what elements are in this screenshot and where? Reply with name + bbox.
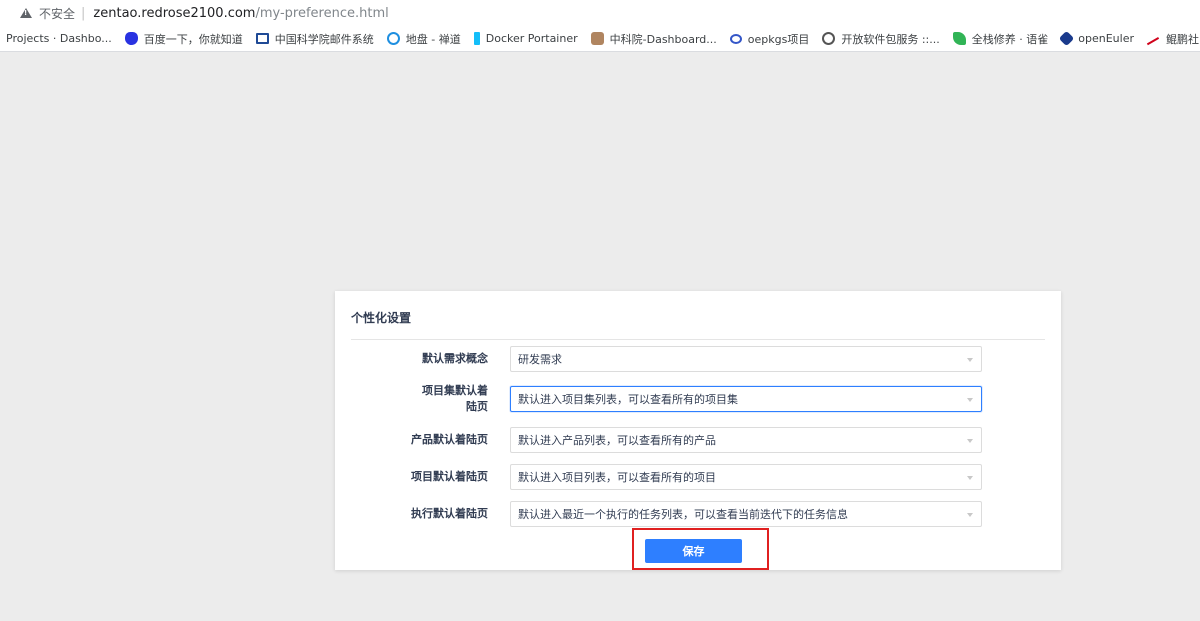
bookmark-label: 开放软件包服务 ::... [841, 32, 940, 46]
program-landing-select[interactable]: 默认进入项目集列表，可以查看所有的项目集 [510, 386, 982, 412]
field-row-execution-landing: 执行默认着陆页 默认进入最近一个执行的任务列表，可以查看当前迭代下的任务信息 [335, 500, 1061, 528]
separator: | [81, 5, 86, 21]
select-value: 默认进入项目集列表，可以查看所有的项目集 [518, 393, 738, 406]
bookmark-label: 鲲鹏社区 [1166, 32, 1200, 46]
bookmark-label: 全栈修养 · 语雀 [971, 32, 1049, 46]
warning-icon[interactable] [20, 8, 32, 18]
bookmarks-bar: Projects · Dashbo... 百度一下，你就知道 中国科学院邮件系统… [0, 26, 1200, 52]
field-label: 产品默认着陆页 [411, 433, 488, 446]
execution-landing-select[interactable]: 默认进入最近一个执行的任务列表，可以查看当前迭代下的任务信息 [510, 501, 982, 527]
bookmark-label: oepkgs项目 [747, 32, 810, 46]
insecure-label[interactable]: 不安全 [39, 5, 75, 22]
openeuler-icon [1058, 30, 1075, 47]
avatar-icon [590, 32, 604, 45]
address-bar[interactable]: 不安全 | zentao.redrose2100.com/my-preferen… [0, 0, 1200, 26]
bookmark-label: Projects · Dashbo... [6, 32, 112, 45]
url-host[interactable]: zentao.redrose2100.com [93, 6, 255, 21]
select-value: 默认进入产品列表，可以查看所有的产品 [518, 434, 716, 447]
select-value: 默认进入项目列表，可以查看所有的项目 [518, 471, 716, 484]
product-landing-select[interactable]: 默认进入产品列表，可以查看所有的产品 [510, 427, 982, 453]
divider [351, 339, 1045, 340]
chevron-down-icon [967, 358, 973, 362]
bookmark-oepkgs[interactable]: oepkgs项目 [723, 31, 816, 47]
field-label: 项目默认着陆页 [411, 470, 488, 483]
select-value: 默认进入最近一个执行的任务列表，可以查看当前迭代下的任务信息 [518, 508, 848, 521]
field-row-product-landing: 产品默认着陆页 默认进入产品列表，可以查看所有的产品 [335, 426, 1061, 454]
kunpeng-icon [1146, 36, 1161, 47]
portainer-icon [473, 32, 480, 45]
field-label: 执行默认着陆页 [411, 507, 488, 520]
field-label: 默认需求概念 [422, 352, 488, 365]
field-row-story-concept: 默认需求概念 研发需求 [335, 345, 1061, 373]
bookmark-cas-mail[interactable]: 中国科学院邮件系统 [249, 31, 380, 47]
bookmark-label: 百度一下，你就知道 [143, 32, 243, 46]
bookmark-label: 中科院-Dashboard... [609, 32, 717, 46]
chevron-down-icon [967, 439, 973, 443]
bookmark-zentao[interactable]: 地盘 - 禅道 [380, 31, 467, 47]
bookmark-label: 地盘 - 禅道 [405, 32, 461, 46]
preference-dialog: 个性化设置 默认需求概念 研发需求 项目集默认着陆页 默认进入项目集列表，可以查… [335, 291, 1061, 570]
story-concept-select[interactable]: 研发需求 [510, 346, 982, 372]
zentao-icon [386, 32, 400, 45]
field-row-program-landing: 项目集默认着陆页 默认进入项目集列表，可以查看所有的项目集 [335, 383, 1061, 415]
save-button[interactable]: 保存 [645, 539, 742, 563]
globe-icon [822, 32, 836, 45]
bookmark-projects-dashboard[interactable]: Projects · Dashbo... [0, 32, 118, 45]
bookmark-label: openEuler [1078, 32, 1134, 45]
yuque-icon [952, 32, 966, 45]
field-row-project-landing: 项目默认着陆页 默认进入项目列表，可以查看所有的项目 [335, 463, 1061, 491]
baidu-paw-icon [124, 32, 138, 45]
bookmark-docker-portainer[interactable]: Docker Portainer [467, 32, 584, 45]
bookmark-baidu[interactable]: 百度一下，你就知道 [118, 31, 249, 47]
project-landing-select[interactable]: 默认进入项目列表，可以查看所有的项目 [510, 464, 982, 490]
bookmark-cas-dashboard[interactable]: 中科院-Dashboard... [584, 31, 723, 47]
bookmark-kunpeng[interactable]: 鲲鹏社区 [1140, 31, 1200, 47]
url-path[interactable]: /my-preference.html [255, 6, 388, 21]
chevron-down-icon [967, 398, 973, 402]
dialog-title: 个性化设置 [351, 311, 412, 325]
bookmark-label: Docker Portainer [485, 32, 578, 45]
field-label: 项目集默认着陆页 [422, 384, 488, 413]
bookmark-yuque[interactable]: 全栈修养 · 语雀 [946, 31, 1055, 47]
bookmark-openeuler[interactable]: openEuler [1054, 30, 1140, 47]
oepkgs-icon [729, 33, 742, 44]
save-highlight-box: 保存 [632, 528, 769, 570]
chevron-down-icon [967, 476, 973, 480]
bookmark-label: 中国科学院邮件系统 [274, 32, 374, 46]
select-value: 研发需求 [518, 353, 562, 366]
chevron-down-icon [967, 513, 973, 517]
bookmark-open-software[interactable]: 开放软件包服务 ::... [815, 31, 945, 47]
mail-icon [255, 33, 269, 44]
